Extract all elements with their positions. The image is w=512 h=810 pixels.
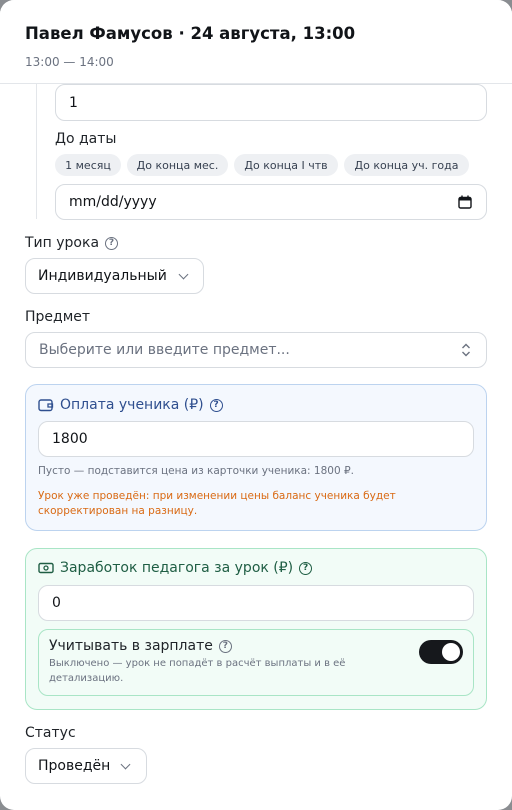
lesson-type-label: Тип урока ? bbox=[25, 235, 119, 251]
modal-title: Павел Фамусов · 24 августа, 13:00 bbox=[25, 24, 356, 43]
chip-label: 1 месяц bbox=[65, 158, 111, 172]
banknote-icon bbox=[38, 562, 54, 574]
help-icon[interactable]: ? bbox=[218, 639, 232, 653]
help-icon[interactable]: ? bbox=[105, 236, 119, 250]
teacher-earnings-title-text: Заработок педагога за урок (₽) bbox=[60, 560, 294, 576]
lesson-type-value: Индивидуальный bbox=[38, 268, 167, 284]
teacher-earnings-title: Заработок педагога за урок (₽) ? bbox=[38, 560, 313, 576]
student-price-input[interactable]: 1800 bbox=[38, 421, 474, 457]
switch-knob bbox=[442, 643, 460, 661]
repeat-section-rail bbox=[36, 84, 37, 219]
repeat-count-input[interactable]: 1 bbox=[55, 84, 487, 121]
calendar-icon[interactable] bbox=[458, 195, 472, 209]
help-icon[interactable]: ? bbox=[299, 561, 313, 575]
chevron-up-down-icon bbox=[460, 343, 472, 357]
modal-header: Павел Фамусов · 24 августа, 13:00 13:00 … bbox=[0, 0, 512, 84]
teacher-earnings-value: 0 bbox=[52, 595, 61, 611]
chip-label: До конца мес. bbox=[136, 158, 219, 172]
balance-warning: Урок уже проведён: при изменении цены ба… bbox=[38, 489, 478, 519]
subject-label-text: Предмет bbox=[25, 309, 91, 325]
date-placeholder: mm/dd/yyyy bbox=[69, 194, 157, 210]
wallet-icon bbox=[38, 398, 54, 412]
student-price-value: 1800 bbox=[52, 431, 88, 447]
chip-1-month[interactable]: 1 месяц bbox=[55, 154, 121, 176]
chip-label: До конца I чтв bbox=[244, 158, 328, 172]
salary-toggle-description-text: Выключено — урок не попадёт в расчёт вып… bbox=[49, 658, 346, 684]
subject-label: Предмет bbox=[25, 309, 90, 325]
until-date-label-text: До даты bbox=[55, 131, 117, 147]
chevron-down-icon bbox=[120, 759, 131, 770]
status-value: Проведён bbox=[38, 758, 111, 774]
price-hint: Пусто — подставится цена из карточки уче… bbox=[38, 464, 354, 479]
chevron-down-icon bbox=[178, 269, 189, 280]
chip-label: До конца уч. года bbox=[354, 158, 459, 172]
subject-placeholder: Выберите или введите предмет... bbox=[39, 342, 290, 358]
lesson-type-select[interactable]: Индивидуальный bbox=[25, 258, 204, 294]
status-label-text: Статус bbox=[25, 725, 76, 741]
chip-end-of-month[interactable]: До конца мес. bbox=[127, 154, 228, 176]
student-payment-title: Оплата ученика (₽) ? bbox=[38, 397, 223, 413]
lesson-edit-modal: 1 До даты 1 месяц До конца мес. До конца… bbox=[0, 0, 512, 810]
repeat-count-value: 1 bbox=[69, 94, 78, 111]
teacher-earnings-input[interactable]: 0 bbox=[38, 585, 474, 621]
salary-toggle-description: Выключено — урок не попадёт в расчёт вып… bbox=[49, 656, 389, 686]
salary-toggle-switch[interactable] bbox=[419, 640, 463, 664]
balance-warning-text: Урок уже проведён: при изменении цены ба… bbox=[38, 490, 396, 517]
until-date-input[interactable]: mm/dd/yyyy bbox=[55, 184, 487, 220]
salary-toggle-label: Учитывать в зарплате ? bbox=[49, 638, 232, 654]
chip-end-of-school-year[interactable]: До конца уч. года bbox=[344, 154, 469, 176]
lesson-time-range: 13:00 — 14:00 bbox=[25, 55, 114, 69]
chip-end-of-quarter[interactable]: До конца I чтв bbox=[234, 154, 338, 176]
salary-toggle-label-text: Учитывать в зарплате bbox=[49, 638, 213, 654]
price-hint-text: Пусто — подставится цена из карточки уче… bbox=[38, 465, 354, 477]
subject-combobox[interactable]: Выберите или введите предмет... bbox=[25, 332, 487, 368]
until-date-label: До даты bbox=[55, 131, 116, 147]
status-select[interactable]: Проведён bbox=[25, 748, 147, 784]
status-label: Статус bbox=[25, 725, 76, 741]
help-icon[interactable]: ? bbox=[209, 398, 223, 412]
student-payment-title-text: Оплата ученика (₽) bbox=[60, 397, 204, 413]
lesson-type-label-text: Тип урока bbox=[25, 235, 100, 251]
